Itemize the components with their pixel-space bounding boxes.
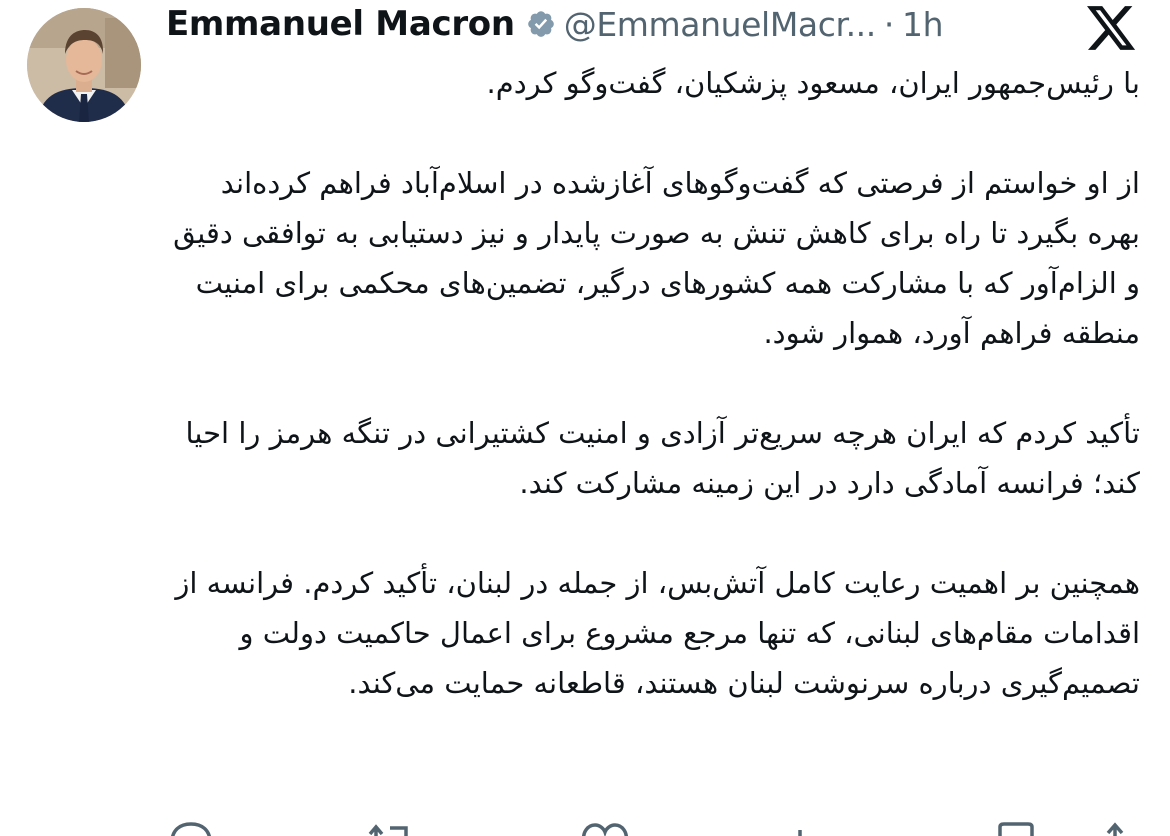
reply-icon[interactable] [168, 822, 214, 836]
x-logo-icon [1087, 6, 1137, 52]
tweet-paragraph: تأکید کردم که ایران هرچه سریع‌تر آزادی و… [185, 416, 1140, 500]
verified-badge-icon [526, 9, 556, 39]
author-name[interactable]: Emmanuel Macron [166, 4, 515, 44]
share-icon[interactable] [1100, 822, 1130, 836]
tweet-timestamp[interactable]: 1h [902, 5, 944, 44]
like-icon[interactable] [580, 822, 630, 836]
avatar[interactable] [27, 8, 141, 122]
views-icon[interactable] [790, 822, 810, 836]
tweet-paragraph: با رئیس‌جمهور ایران، مسعود پزشکیان، گفت‌… [486, 66, 1140, 100]
tweet-paragraph: از او خواستم از فرصتی که گفت‌وگوهای آغاز… [173, 166, 1140, 350]
tweet-header: Emmanuel Macron @EmmanuelMacr... · 1h [166, 0, 943, 48]
avatar-photo [27, 8, 141, 122]
tweet: Emmanuel Macron @EmmanuelMacr... · 1h با… [0, 0, 1170, 836]
action-bar [0, 822, 1170, 836]
tweet-paragraph: همچنین بر اهمیت رعایت کامل آتش‌بس، از جم… [175, 566, 1140, 700]
retweet-icon[interactable] [368, 822, 418, 836]
author-handle[interactable]: @EmmanuelMacr... [564, 5, 877, 44]
separator-dot: · [883, 4, 894, 44]
bookmark-icon[interactable] [996, 822, 1036, 836]
tweet-text: با رئیس‌جمهور ایران، مسعود پزشکیان، گفت‌… [160, 58, 1140, 708]
